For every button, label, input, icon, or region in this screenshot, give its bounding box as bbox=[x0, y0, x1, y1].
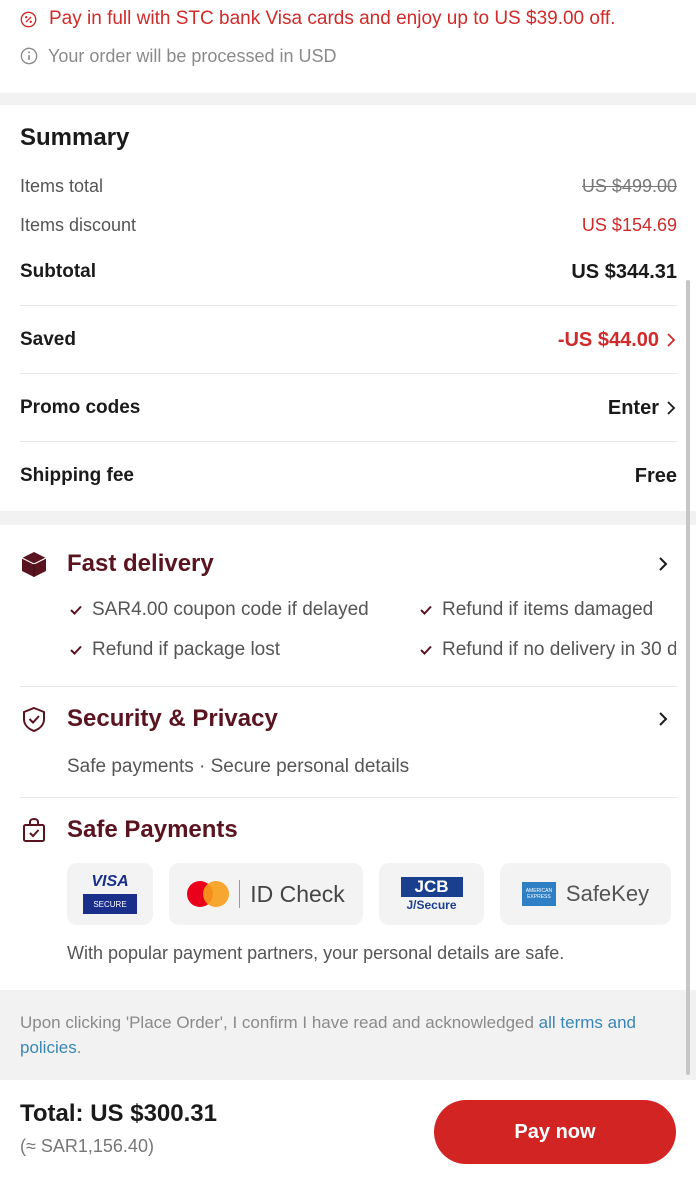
promo-codes-row[interactable]: Promo codes Enter bbox=[20, 394, 677, 422]
terms-text: Upon clicking 'Place Order', I confirm I… bbox=[20, 1013, 636, 1057]
order-total: Total: US $300.31 bbox=[20, 1100, 217, 1128]
delivery-feature: SAR4.00 coupon code if delayed bbox=[70, 597, 410, 623]
mastercard-idcheck-logo: ID Check bbox=[169, 863, 363, 925]
promo-codes-label: Promo codes bbox=[20, 397, 141, 418]
saved-value: -US $44.00 bbox=[557, 328, 659, 351]
jcb-jsecure-logo: JCB J/Secure bbox=[379, 863, 484, 925]
shipping-fee-label: Shipping fee bbox=[20, 465, 134, 486]
checkout-page: Pay in full with STC bank Visa cards and… bbox=[0, 0, 696, 1200]
chevron-right-icon bbox=[659, 557, 668, 571]
items-total-value: US $499.00 bbox=[581, 175, 677, 196]
subtotal-value: US $344.31 bbox=[571, 260, 677, 283]
saved-label: Saved bbox=[20, 329, 76, 350]
delivery-feature-text: Refund if package lost bbox=[92, 639, 281, 660]
safe-payments-header: Safe Payments bbox=[20, 813, 670, 847]
divider bbox=[20, 686, 677, 687]
shipping-fee-value: Free bbox=[634, 464, 677, 487]
chevron-right-icon bbox=[667, 333, 676, 347]
check-icon bbox=[420, 605, 432, 615]
total-approx-sar: (≈ SAR1,156.40) bbox=[20, 1136, 154, 1156]
scrollbar[interactable] bbox=[686, 280, 690, 1075]
promo-codes-enter[interactable]: Enter bbox=[608, 397, 659, 420]
package-icon bbox=[21, 552, 47, 577]
delivery-feature-text: Refund if items damaged bbox=[442, 599, 654, 620]
mastercard-icon bbox=[187, 881, 230, 907]
amex-icon: AMERICAN EXPRESS bbox=[521, 882, 556, 906]
items-total-row: Items total US $499.00 bbox=[20, 174, 677, 198]
safe-payments-note: With popular payment partners, your pers… bbox=[67, 943, 565, 963]
items-discount-value: US $154.69 bbox=[581, 214, 677, 235]
subtotal-label: Subtotal bbox=[20, 261, 96, 282]
items-discount-label: Items discount bbox=[20, 214, 137, 235]
delivery-feature-text: SAR4.00 coupon code if delayed bbox=[92, 599, 369, 620]
delivery-feature: Refund if package lost bbox=[70, 637, 410, 663]
check-icon bbox=[420, 645, 432, 655]
safe-payments-title: Safe Payments bbox=[67, 816, 238, 843]
shipping-fee-row: Shipping fee Free bbox=[20, 462, 677, 490]
divider bbox=[20, 305, 677, 306]
total-value: US $300.31 bbox=[90, 1100, 217, 1127]
pay-now-button[interactable]: Pay now bbox=[434, 1100, 676, 1164]
shield-check-icon bbox=[23, 706, 45, 733]
promo-text: Pay in full with STC bank Visa cards and… bbox=[49, 8, 616, 29]
currency-note-text: Your order will be processed in USD bbox=[48, 45, 337, 66]
security-title: Security & Privacy bbox=[67, 705, 278, 732]
secure-bag-icon bbox=[23, 817, 45, 842]
fast-delivery-title: Fast delivery bbox=[67, 550, 214, 577]
chevron-right-icon bbox=[659, 712, 668, 726]
section-separator bbox=[0, 93, 696, 105]
delivery-feature: Refund if items damaged bbox=[420, 597, 676, 623]
check-icon bbox=[70, 605, 82, 615]
security-description: Safe payments · Secure personal details bbox=[67, 756, 410, 777]
promo-banner[interactable]: Pay in full with STC bank Visa cards and… bbox=[20, 6, 615, 32]
check-icon bbox=[70, 645, 82, 655]
total-label: Total: bbox=[20, 1100, 84, 1127]
divider bbox=[20, 441, 677, 442]
chevron-right-icon bbox=[667, 401, 676, 415]
items-total-label: Items total bbox=[20, 175, 104, 196]
visa-secure-logo: VISA SECURE bbox=[67, 863, 153, 925]
section-separator bbox=[0, 511, 696, 525]
saved-row[interactable]: Saved -US $44.00 bbox=[20, 326, 677, 354]
security-header[interactable]: Security & Privacy bbox=[20, 702, 670, 736]
amex-safekey-logo: AMERICAN EXPRESS SafeKey bbox=[500, 863, 671, 925]
divider bbox=[20, 797, 677, 798]
fast-delivery-header[interactable]: Fast delivery bbox=[20, 547, 670, 581]
info-icon bbox=[20, 47, 38, 65]
currency-note: Your order will be processed in USD bbox=[20, 44, 336, 68]
discount-badge-icon bbox=[20, 11, 37, 27]
delivery-feature-text: Refund if no delivery in 30 days bbox=[442, 639, 676, 660]
items-discount-row: Items discount US $154.69 bbox=[20, 213, 677, 237]
summary-title: Summary bbox=[20, 124, 130, 151]
delivery-feature: Refund if no delivery in 30 days bbox=[420, 637, 676, 663]
divider bbox=[20, 373, 677, 374]
subtotal-row: Subtotal US $344.31 bbox=[20, 258, 677, 286]
